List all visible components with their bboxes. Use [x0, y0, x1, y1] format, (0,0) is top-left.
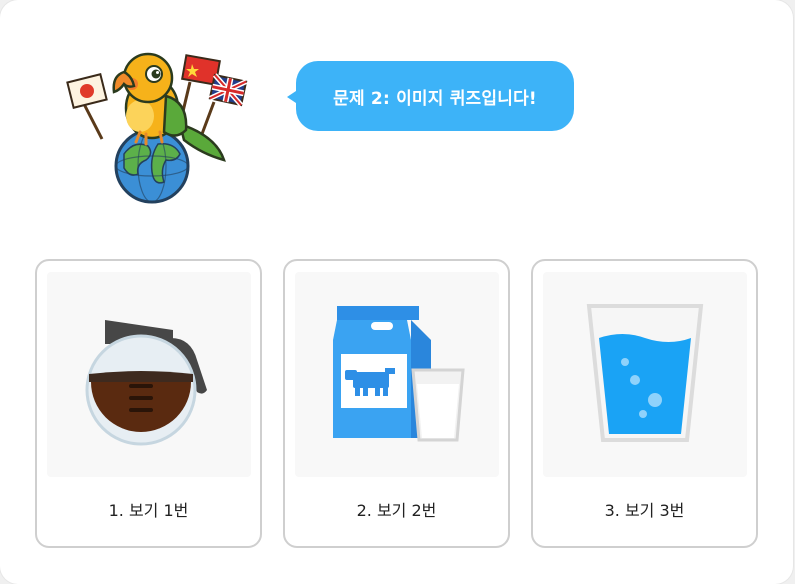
option-3-card[interactable]: 3. 보기 3번 [531, 259, 758, 548]
water-glass-icon [586, 304, 704, 442]
parrot-mascot-icon [66, 52, 248, 204]
question-bubble: 문제 2: 이미지 퀴즈입니다! [296, 61, 574, 131]
option-2-card[interactable]: 2. 보기 2번 [283, 259, 510, 548]
option-3-label: 3. 보기 3번 [604, 501, 685, 520]
option-2-image [295, 272, 499, 477]
question-text: 문제 2: 이미지 퀴즈입니다! [333, 88, 537, 109]
milk-carton-icon [333, 306, 465, 442]
japan-flag-icon [66, 73, 108, 140]
coffee-pot-icon [85, 320, 207, 446]
globe-icon [114, 128, 190, 204]
option-1-card[interactable]: 1. 보기 1번 [35, 259, 262, 548]
option-1-label: 1. 보기 1번 [108, 501, 189, 520]
option-2-label: 2. 보기 2번 [356, 501, 437, 520]
quiz-card: 문제 2: 이미지 퀴즈입니다! 1. 보기 1번 2. 보기 2번 3. 보기… [0, 0, 793, 584]
option-3-image [543, 272, 747, 477]
option-1-image [47, 272, 251, 477]
